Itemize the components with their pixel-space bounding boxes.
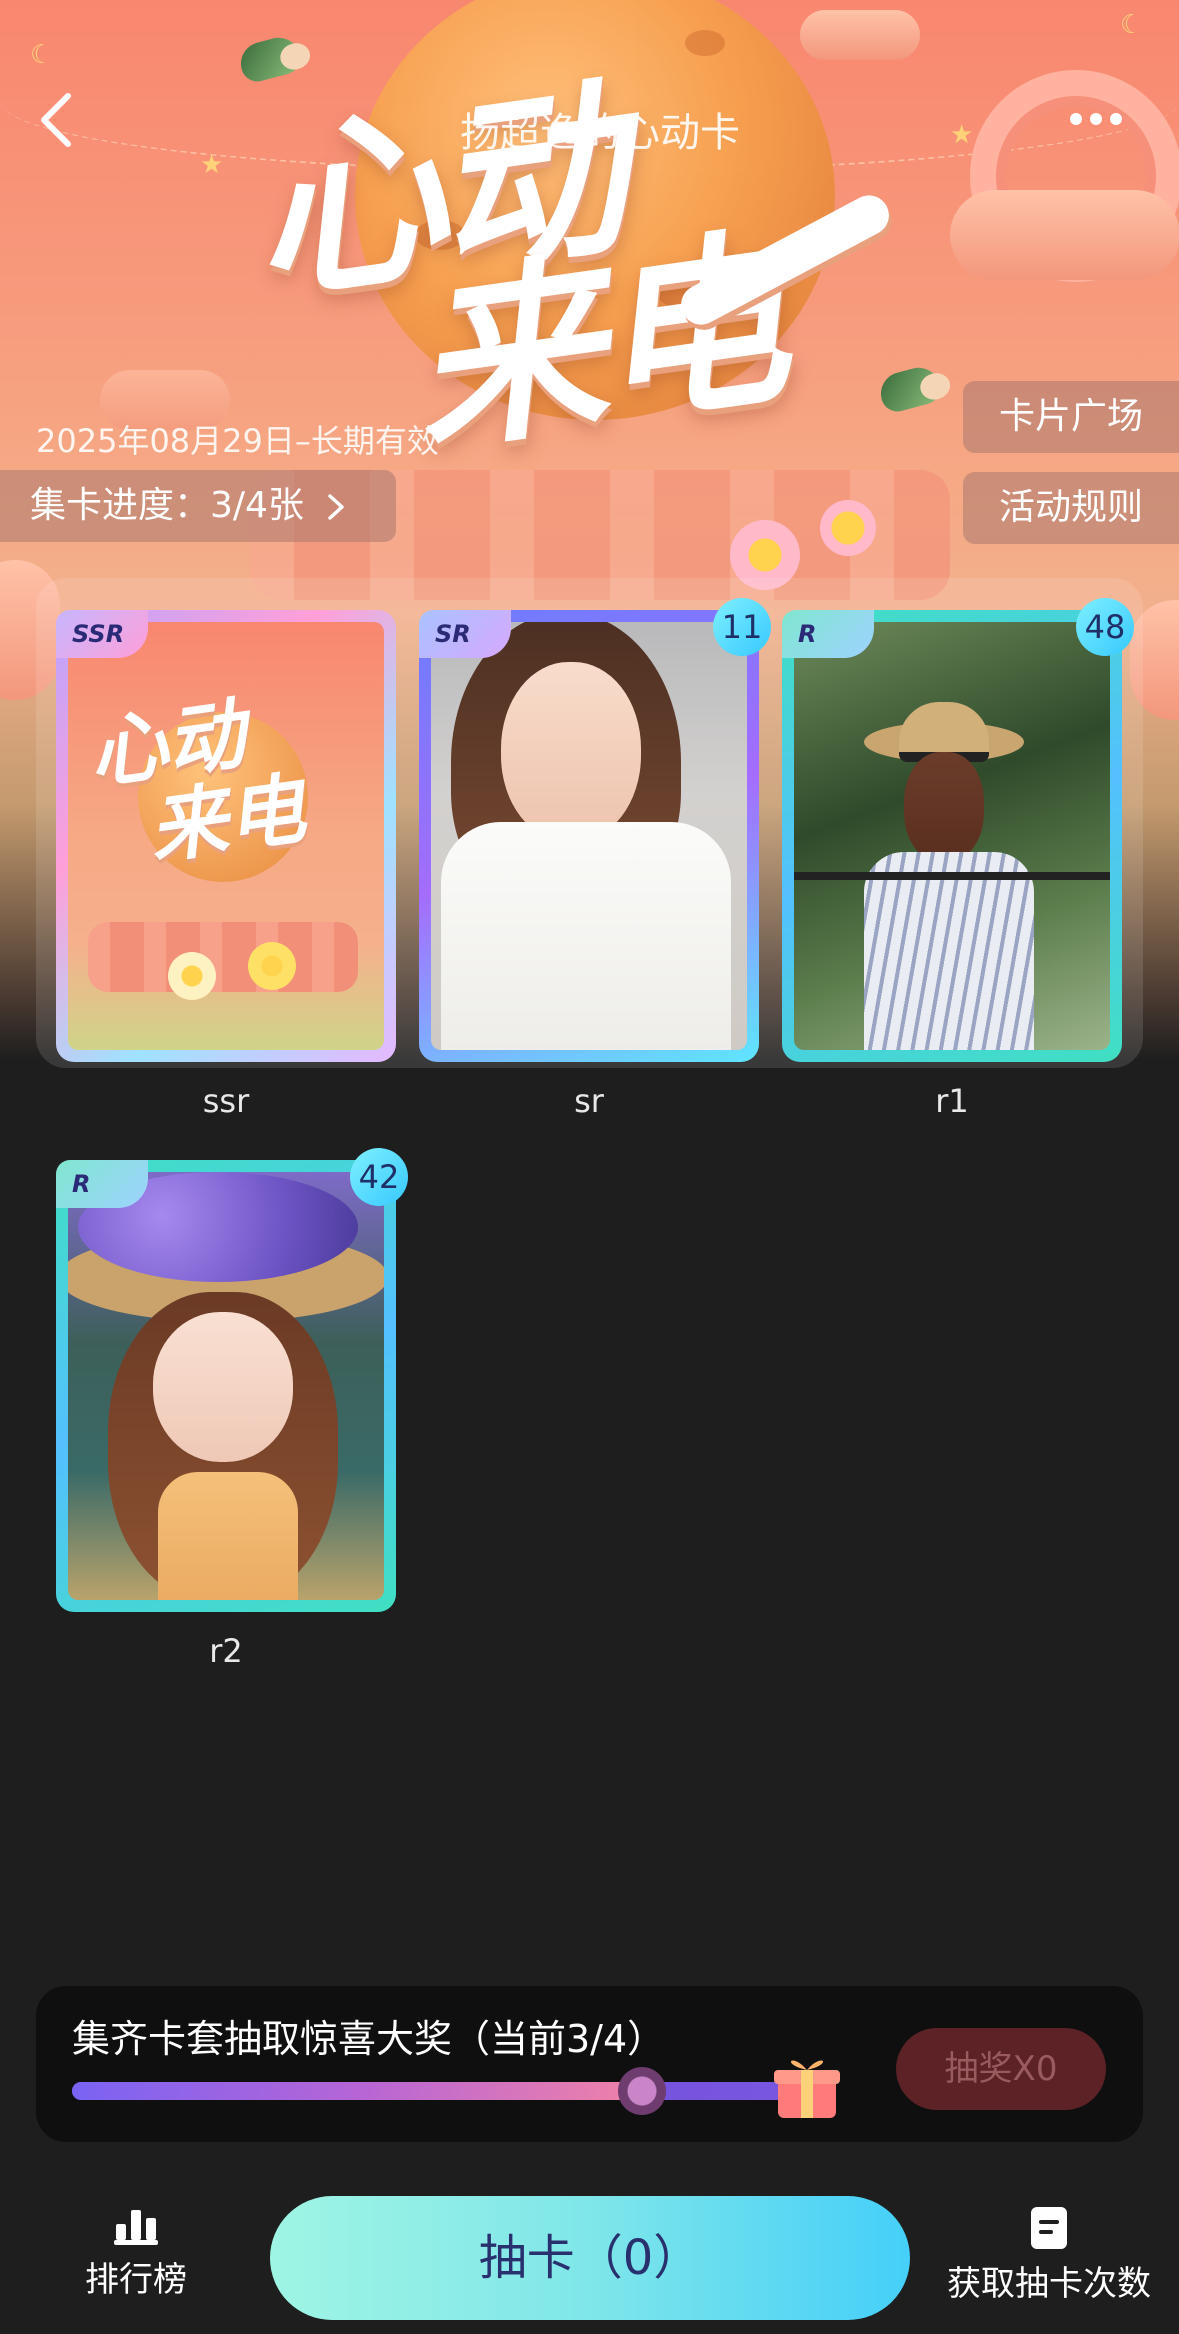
card-ssr[interactable]: 心动 来电 SSR xyxy=(56,610,396,1062)
card-sr[interactable]: SR 11 xyxy=(419,598,771,1062)
collect-progress-fill xyxy=(72,2082,642,2100)
lottery-button[interactable]: 抽奖X0 xyxy=(896,2028,1106,2110)
card-r2[interactable]: R 42 xyxy=(56,1148,408,1612)
card-name: ssr xyxy=(202,1082,250,1120)
flower-decoration xyxy=(820,500,876,556)
card-name: r1 xyxy=(935,1082,969,1120)
card-name: sr xyxy=(574,1082,604,1120)
card-tier-badge: SR xyxy=(419,610,511,658)
logo-line-2: 来电 xyxy=(398,207,794,480)
collect-reward-title: 集齐卡套抽取惊喜大奖（当前3/4） xyxy=(72,2017,666,2061)
card-logo-line-2: 来电 xyxy=(143,763,311,876)
page-title: 扬超逸的心动卡 xyxy=(460,110,740,156)
flower-decoration xyxy=(248,942,296,990)
card-count-badge: 42 xyxy=(350,1148,408,1206)
collect-progress-bar xyxy=(72,2067,832,2115)
collect-progress-button[interactable]: 集卡进度：3/4张 xyxy=(0,470,396,542)
bridge-illustration xyxy=(88,922,358,992)
star-decoration: ☾ xyxy=(1120,10,1144,40)
draw-card-button[interactable]: 抽卡（0） xyxy=(270,2196,910,2320)
task-icon xyxy=(1031,2207,1067,2249)
get-chances-button[interactable]: 获取抽卡次数 xyxy=(944,2206,1154,2305)
bottom-nav: 排行榜 抽卡（0） 获取抽卡次数 xyxy=(0,2180,1179,2334)
collect-progress-label: 集卡进度：3/4张 xyxy=(30,485,304,526)
portrait-face xyxy=(501,662,641,842)
card-tier-badge: R xyxy=(56,1160,148,1208)
card-plaza-button[interactable]: 卡片广场 xyxy=(963,381,1179,453)
ranking-button[interactable]: 排行榜 xyxy=(84,2206,188,2301)
more-icon[interactable] xyxy=(1070,110,1134,130)
flower-decoration xyxy=(168,952,216,1000)
top-bar: 扬超逸的心动卡 xyxy=(0,60,1179,180)
card-tier-badge: SSR xyxy=(56,610,148,658)
collect-progress-knob xyxy=(618,2067,666,2115)
get-chances-label: 获取抽卡次数 xyxy=(947,2264,1151,2304)
cloud-decoration xyxy=(950,190,1179,280)
activity-rules-button[interactable]: 活动规则 xyxy=(963,472,1179,544)
validity-period: 2025年08月29日–长期有效 xyxy=(36,422,439,460)
portrait-hair xyxy=(904,752,984,862)
portrait-face xyxy=(153,1312,293,1462)
railing xyxy=(794,872,1110,880)
chevron-right-icon xyxy=(328,494,345,520)
card-name: r2 xyxy=(209,1632,243,1670)
card-count-badge: 48 xyxy=(1076,598,1134,656)
card-count-badge: 11 xyxy=(713,598,771,656)
gift-icon xyxy=(774,2060,840,2118)
ranking-label: 排行榜 xyxy=(85,2260,187,2300)
collect-reward-panel: 集齐卡套抽取惊喜大奖（当前3/4） 抽奖X0 xyxy=(36,1986,1143,2142)
card-tier-badge: R xyxy=(782,610,874,658)
ranking-icon xyxy=(114,2210,158,2245)
portrait-top xyxy=(441,822,731,1050)
portrait-top xyxy=(158,1472,298,1600)
portrait-shirt xyxy=(864,852,1034,1050)
card-r1[interactable]: R 48 xyxy=(782,598,1134,1062)
back-icon[interactable] xyxy=(30,90,90,150)
